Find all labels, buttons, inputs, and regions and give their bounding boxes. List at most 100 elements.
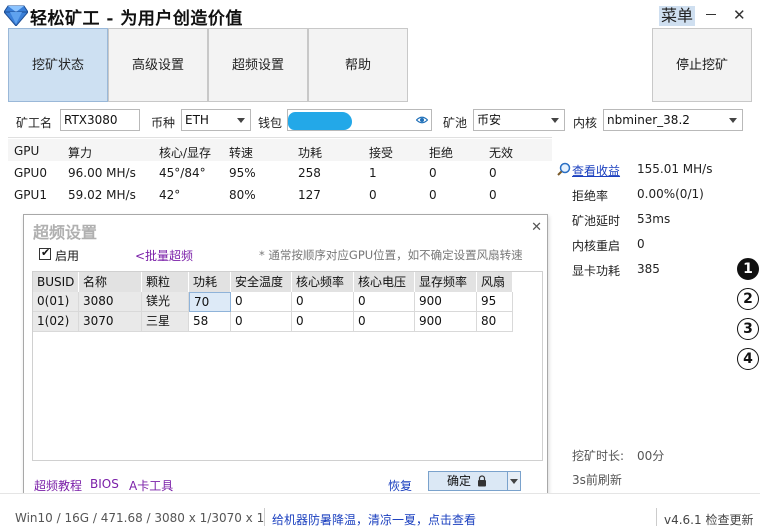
pool-latency-value: 53ms: [637, 212, 671, 226]
gpu-power-value: 385: [637, 262, 660, 276]
oc-col-header: 核心频率: [292, 272, 354, 292]
gpu-col-header: 核心/显存: [159, 146, 212, 160]
tab-overclock-settings[interactable]: 超频设置: [208, 28, 308, 102]
minimize-icon[interactable]: [706, 14, 716, 15]
gpu-row-cell: GPU0: [14, 166, 47, 180]
title-bar: 轻松矿工 - 为用户创造价值 菜单 ✕: [0, 0, 760, 30]
enable-checkbox[interactable]: ✔: [39, 246, 51, 260]
gpu-row-cell: 127: [298, 188, 321, 202]
redacted-wallet-mark: [288, 112, 352, 130]
oc-cell-mem-clock-input[interactable]: 900: [415, 292, 477, 312]
total-hashrate: 155.01 MH/s: [637, 162, 713, 176]
gpu-col-header: GPU: [14, 144, 40, 158]
oc-col-header: 显存频率: [415, 272, 477, 292]
gpu-row-cell: 80%: [229, 188, 256, 202]
wallet-input[interactable]: [287, 109, 432, 131]
pool-label: 矿池: [443, 116, 468, 130]
overclock-tutorial-link[interactable]: 超频教程: [34, 477, 82, 494]
confirm-button[interactable]: 确定: [428, 471, 508, 491]
oc-cell-core-clock-input[interactable]: 0: [292, 312, 354, 332]
oc-cell-fan-input[interactable]: 80: [477, 312, 513, 332]
gpu-col-header: 接受: [369, 146, 394, 160]
eye-icon[interactable]: [416, 114, 428, 126]
pool-select[interactable]: 币安: [473, 109, 565, 131]
wallet-label: 钱包: [258, 116, 283, 130]
system-info: Win10 / 16G / 471.68 / 3080 x 1/3070 x 1: [15, 511, 265, 525]
oc-cell-power-input[interactable]: 70: [189, 292, 231, 312]
refresh-note: 3s前刷新: [572, 473, 622, 487]
gpu-col-header: 无效: [489, 146, 514, 160]
step-circle-2[interactable]: 2: [737, 288, 759, 310]
pool-latency-label: 矿池延时: [572, 214, 621, 228]
coin-select[interactable]: ETH: [181, 109, 251, 131]
gpu-row-cell: 96.00 MH/s: [68, 166, 136, 180]
oc-cell-name: 3080: [79, 292, 142, 312]
reject-rate-value: 0.00%(0/1): [637, 187, 704, 201]
coin-select-value: ETH: [185, 113, 209, 127]
gpu-col-header: 转速: [229, 146, 254, 160]
gpu-col-header: 拒绝: [429, 146, 454, 160]
oc-cell-mem-clock-input[interactable]: 900: [415, 312, 477, 332]
app-logo-icon: [4, 5, 28, 26]
oc-cell-core-voltage-input[interactable]: 0: [354, 312, 415, 332]
gpu-row-cell: 95%: [229, 166, 256, 180]
divider: [656, 508, 657, 526]
kernel-restart-value: 0: [637, 237, 645, 251]
dialog-note: * 通常按顺序对应GPU位置，如不确定设置风扇转速: [259, 248, 523, 262]
dialog-close-icon[interactable]: ✕: [531, 220, 542, 235]
gpu-col-header: 算力: [68, 146, 93, 160]
version-check-link[interactable]: v4.6.1 检查更新: [664, 511, 753, 528]
oc-cell-safe-temp-input[interactable]: 0: [231, 292, 292, 312]
miner-name-input[interactable]: RTX3080: [60, 109, 140, 131]
step-circle-1[interactable]: 1: [737, 258, 759, 280]
gpu-power-label: 显卡功耗: [572, 264, 621, 278]
chevron-down-icon: [729, 118, 737, 123]
oc-cell-name: 3070: [79, 312, 142, 332]
gpu-row-cell: 1: [369, 166, 377, 180]
pool-select-value: 币安: [477, 113, 502, 127]
app-title: 轻松矿工 - 为用户创造价值: [30, 9, 243, 29]
chevron-down-icon: [510, 479, 518, 484]
gpu-row-cell: 0: [429, 166, 437, 180]
batch-overclock-link[interactable]: <批量超频: [135, 247, 193, 264]
oc-cell-power-input[interactable]: 58: [189, 312, 231, 332]
oc-cell-memory-chip: 三星: [142, 312, 189, 332]
overclock-table: BUSID 名称 颗粒 功耗 安全温度 核心频率 核心电压 显存频率 风扇 0(…: [32, 271, 543, 461]
view-earnings-link[interactable]: 查看收益: [572, 162, 620, 179]
enable-label: 启用: [55, 249, 80, 263]
divider: [8, 137, 552, 138]
oc-cell-core-voltage-input[interactable]: 0: [354, 292, 415, 312]
close-icon[interactable]: ✕: [733, 6, 746, 24]
confirm-dropdown[interactable]: [507, 471, 521, 491]
oc-cell-safe-temp-input[interactable]: 0: [231, 312, 292, 332]
bios-link[interactable]: BIOS: [90, 477, 119, 491]
gpu-row-cell: 45°/84°: [159, 166, 206, 180]
confirm-button-label: 确定: [447, 474, 472, 488]
miner-name-label: 矿工名: [16, 116, 53, 130]
oc-cell-busid: 1(02): [33, 312, 79, 332]
gpu-row-cell: 0: [489, 188, 497, 202]
kernel-restart-label: 内核重启: [572, 239, 621, 253]
stop-mining-button[interactable]: 停止挖矿: [652, 28, 752, 102]
tab-help[interactable]: 帮助: [308, 28, 408, 102]
kernel-select[interactable]: nbminer_38.2: [603, 109, 743, 131]
oc-cell-fan-input[interactable]: 95: [477, 292, 513, 312]
dialog-title: 超频设置: [33, 223, 98, 242]
gpu-row-cell: GPU1: [14, 188, 47, 202]
oc-col-header: 安全温度: [231, 272, 292, 292]
oc-cell-core-clock-input[interactable]: 0: [292, 292, 354, 312]
tab-mining-status[interactable]: 挖矿状态: [8, 28, 108, 102]
tab-advanced-settings[interactable]: 高级设置: [108, 28, 208, 102]
restore-link[interactable]: 恢复: [388, 477, 412, 494]
gpu-row-cell: 0: [429, 188, 437, 202]
reject-rate-label: 拒绝率: [572, 189, 609, 203]
cooling-tip-link[interactable]: 给机器防暑降温，清凉一夏，点击查看: [272, 511, 476, 528]
amd-card-tool-link[interactable]: A卡工具: [129, 477, 173, 494]
gpu-row-cell: 0: [369, 188, 377, 202]
step-circle-3[interactable]: 3: [737, 318, 759, 340]
oc-col-header: 功耗: [189, 272, 231, 292]
oc-col-header: 风扇: [477, 272, 513, 292]
step-circle-4[interactable]: 4: [737, 348, 759, 370]
mining-time-value: 00分: [637, 449, 665, 463]
menu-button[interactable]: 菜单: [659, 6, 695, 26]
